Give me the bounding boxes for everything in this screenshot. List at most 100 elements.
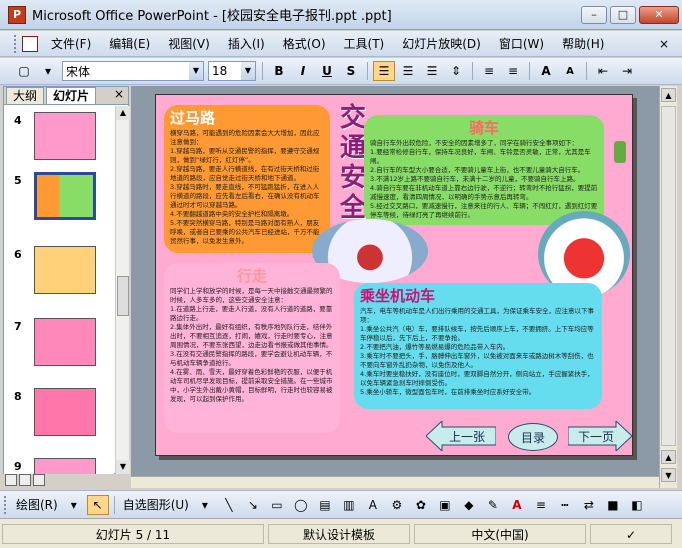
box-title: 行走 [236, 267, 267, 285]
slide-number: 8 [14, 390, 22, 403]
slide-vertical-title: 交 通 安 全 [340, 103, 366, 223]
slide-thumbnail[interactable]: 7 [12, 318, 112, 370]
align-right-icon[interactable]: ☰ [421, 61, 443, 81]
slide-thumbnail-selected[interactable]: 5 [12, 172, 112, 224]
status-bar: 幻灯片 5 / 11 默认设计模板 中文(中国) ✓ [0, 518, 682, 548]
chevron-down-icon[interactable]: ▾ [194, 495, 216, 515]
shadow-style-icon[interactable]: ■ [602, 495, 624, 515]
wordart-icon[interactable]: A [362, 495, 384, 515]
rectangle-icon[interactable]: ▭ [266, 495, 288, 515]
close-button[interactable]: ✕ [639, 5, 679, 24]
decrease-indent-icon[interactable]: ⇤ [592, 61, 614, 81]
slide-thumbnail[interactable]: 9 [12, 458, 112, 474]
slide-thumbnail[interactable]: 8 [12, 388, 112, 440]
slide-thumbnail[interactable]: 4 [12, 112, 112, 164]
minimize-button[interactable]: – [581, 5, 607, 24]
increase-font-icon[interactable]: A [535, 61, 557, 81]
menu-file[interactable]: 文件(F) [42, 34, 100, 54]
bold-button[interactable]: B [268, 61, 290, 81]
line-icon[interactable]: ╲ [218, 495, 240, 515]
menu-view[interactable]: 视图(V) [159, 34, 219, 54]
tab-outline[interactable]: 大纲 [6, 87, 45, 104]
chevron-down-icon[interactable]: ▼ [189, 62, 203, 80]
font-color-icon[interactable]: A [506, 495, 528, 515]
slide-sorter-icon[interactable] [19, 474, 31, 486]
line-spacing-icon[interactable]: ⇕ [445, 61, 467, 81]
next-page-icon[interactable]: ▼ [661, 468, 676, 482]
box-motor-vehicle[interactable]: 乘坐机动车 汽车，电车等机动车是人们出行乘用的交通工具，为保证乘车安全，应注意以… [354, 283, 602, 409]
menu-edit[interactable]: 编辑(E) [100, 34, 159, 54]
menu-tools[interactable]: 工具(T) [335, 34, 394, 54]
font-size-select[interactable]: 18 ▼ [208, 61, 256, 81]
menu-close-doc[interactable]: × [650, 34, 678, 54]
menu-slideshow[interactable]: 幻灯片放映(D) [393, 34, 490, 54]
scroll-thumb[interactable] [661, 106, 676, 446]
pane-scrollbar[interactable]: ▲ ▼ [115, 106, 130, 474]
scroll-up-icon[interactable]: ▲ [661, 88, 676, 102]
draw-menu-button[interactable]: 绘图(R) [12, 495, 62, 515]
underline-button[interactable]: U [316, 61, 338, 81]
slideshow-icon[interactable] [33, 474, 45, 486]
slide-number: 6 [14, 248, 22, 261]
font-select[interactable]: 宋体 ▼ [62, 61, 204, 81]
toolbar-grip[interactable] [14, 34, 18, 53]
prev-page-icon[interactable]: ▲ [661, 450, 676, 464]
box-crossing-road[interactable]: 过马路 横穿马路，可能遇到的危险因素会大大增加，因此应注意做到： 1.穿越马路，… [164, 105, 330, 253]
slide-workarea: 过马路 横穿马路，可能遇到的危险因素会大大增加，因此应注意做到： 1.穿越马路，… [131, 86, 659, 476]
toc-button[interactable]: 目录 [508, 423, 558, 451]
vertical-textbox-icon[interactable]: ▥ [338, 495, 360, 515]
toolbar-options-icon[interactable]: ▾ [37, 61, 59, 81]
new-document-icon[interactable]: ▢ [13, 61, 35, 81]
autoshapes-button[interactable]: 自选图形(U) [119, 495, 193, 515]
clipart-icon[interactable]: ✿ [410, 495, 432, 515]
document-icon[interactable] [22, 35, 38, 52]
shadow-button[interactable]: S [340, 61, 362, 81]
spelling-status-icon[interactable]: ✓ [590, 523, 672, 544]
scroll-thumb[interactable] [117, 276, 129, 316]
status-slide-info: 幻灯片 5 / 11 [2, 523, 264, 544]
box-walking[interactable]: 行走 同学们上学和放学的时候，是每一天中接触交通最频繁的时候，人多车多的，这些交… [164, 263, 340, 433]
dash-style-icon[interactable]: ┅ [554, 495, 576, 515]
horizontal-scrollbar[interactable] [131, 476, 659, 488]
toolbar-grip[interactable] [4, 495, 8, 514]
scroll-down-icon[interactable]: ▼ [116, 460, 130, 474]
close-pane-icon[interactable]: × [114, 87, 124, 101]
chevron-down-icon[interactable]: ▾ [63, 495, 85, 515]
menu-help[interactable]: 帮助(H) [553, 34, 613, 54]
oval-icon[interactable]: ◯ [290, 495, 312, 515]
line-style-icon[interactable]: ≡ [530, 495, 552, 515]
italic-button[interactable]: I [292, 61, 314, 81]
vertical-scrollbar[interactable]: ▲ ▲ ▼ [659, 86, 677, 488]
fill-color-icon[interactable]: ◆ [458, 495, 480, 515]
select-pointer-icon[interactable]: ↖ [86, 494, 109, 515]
scroll-up-icon[interactable]: ▲ [116, 106, 130, 120]
box-title: 过马路 [170, 109, 216, 127]
increase-indent-icon[interactable]: ⇥ [616, 61, 638, 81]
picture-icon[interactable]: ▣ [434, 495, 456, 515]
menu-insert[interactable]: 插入(I) [219, 34, 274, 54]
next-slide-button[interactable]: 下一页 [568, 421, 632, 451]
align-center-icon[interactable]: ☰ [397, 61, 419, 81]
normal-view-icon[interactable] [5, 474, 17, 486]
prev-slide-button[interactable]: 上一张 [426, 421, 496, 451]
powerpoint-icon[interactable]: P [8, 5, 26, 24]
slide-thumbnail[interactable]: 6 [12, 246, 112, 298]
chevron-down-icon[interactable]: ▼ [241, 62, 255, 80]
maximize-button[interactable]: □ [610, 5, 636, 24]
diagram-icon[interactable]: ⚙ [386, 495, 408, 515]
align-left-icon[interactable]: ☰ [373, 61, 395, 81]
menu-window[interactable]: 窗口(W) [490, 34, 553, 54]
textbox-icon[interactable]: ▤ [314, 495, 336, 515]
status-template[interactable]: 默认设计模板 [268, 523, 410, 544]
box-riding-bike[interactable]: 骑车 骑自行车外出较危险，不安全的因素增多了，同学在骑行安全事项如下： 1.要经… [364, 115, 604, 225]
line-color-icon[interactable]: ✎ [482, 495, 504, 515]
3d-style-icon[interactable]: ◧ [626, 495, 648, 515]
decrease-font-icon[interactable]: A [559, 61, 581, 81]
slide-canvas[interactable]: 过马路 横穿马路，可能遇到的危险因素会大大增加，因此应注意做到： 1.穿越马路，… [155, 94, 633, 456]
arrow-style-icon[interactable]: ⇄ [578, 495, 600, 515]
numbering-icon[interactable]: ≡ [478, 61, 500, 81]
bullets-icon[interactable]: ≡ [502, 61, 524, 81]
tab-slides[interactable]: 幻灯片 [46, 87, 97, 104]
menu-format[interactable]: 格式(O) [274, 34, 335, 54]
arrow-icon[interactable]: ↘ [242, 495, 264, 515]
